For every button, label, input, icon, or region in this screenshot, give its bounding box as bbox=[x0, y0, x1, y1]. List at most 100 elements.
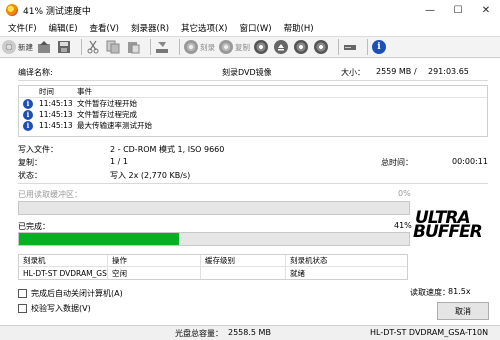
event-log-table[interactable]: 时间 事件 i 11:45:13 文件暂存过程开始 i 11:45:13 文件暂… bbox=[18, 85, 488, 137]
divider bbox=[18, 183, 488, 184]
save-button[interactable] bbox=[57, 38, 73, 56]
erase-button[interactable] bbox=[254, 38, 270, 56]
menu-help[interactable]: 帮助(H) bbox=[284, 22, 314, 34]
about-button[interactable]: i bbox=[372, 38, 388, 56]
shutdown-checkbox[interactable]: 完成后自动关闭计算机(A) bbox=[18, 288, 123, 299]
col-buffer-level: 缓存级别 bbox=[205, 256, 235, 265]
shutdown-checkbox-label: 完成后自动关闭计算机(A) bbox=[31, 289, 123, 298]
open-button[interactable] bbox=[37, 38, 53, 56]
copy-disc-button[interactable]: 复制 bbox=[219, 38, 250, 56]
paste-icon bbox=[126, 40, 140, 54]
status-bar: 光盘总容量： 2558.5 MB HL-DT-ST DVDRAM_GSA-T10… bbox=[0, 325, 500, 340]
verify-checkbox[interactable]: 校验写入数据(V) bbox=[18, 303, 91, 314]
copy-doc-button[interactable] bbox=[106, 38, 122, 56]
menu-extras[interactable]: 其它选项(X) bbox=[181, 22, 227, 34]
drive-icon bbox=[343, 40, 357, 54]
burn-image-button[interactable] bbox=[155, 38, 171, 56]
progress-bar bbox=[18, 232, 410, 246]
recorder-status: 就绪 bbox=[290, 268, 305, 278]
new-button[interactable]: 新建 bbox=[2, 38, 33, 56]
close-button[interactable]: ✕ bbox=[472, 0, 500, 20]
compile-name-label: 编译名称: bbox=[18, 68, 53, 77]
recorder-table[interactable]: 刻录机 操作 缓存级别 刻录机状态 HL-DT-ST DVDRAM_GS... … bbox=[18, 254, 408, 280]
maximize-button[interactable]: ☐ bbox=[444, 0, 472, 20]
log-header: 时间 事件 bbox=[19, 86, 487, 98]
window-title: 41% 测试速度中 bbox=[23, 6, 91, 17]
log-col-event: 事件 bbox=[77, 87, 92, 96]
col-recorder-status: 刻录机状态 bbox=[290, 256, 328, 265]
menu-window[interactable]: 窗口(W) bbox=[240, 22, 272, 34]
buffer-label: 已用读取缓冲区： bbox=[18, 190, 82, 199]
recorder-row[interactable]: HL-DT-ST DVDRAM_GS... 空闲 就绪 bbox=[19, 267, 407, 279]
write-file-label: 写入文件： bbox=[18, 145, 58, 154]
cut-button[interactable] bbox=[86, 38, 102, 56]
col-recorder: 刻录机 bbox=[23, 256, 46, 265]
copy-label: 复制 bbox=[235, 42, 250, 52]
burn-button[interactable]: 刻录 bbox=[184, 38, 215, 56]
new-label: 新建 bbox=[18, 42, 33, 52]
copy-icon bbox=[106, 40, 120, 54]
minimize-button[interactable]: — bbox=[416, 0, 444, 20]
new-disc-icon bbox=[2, 40, 16, 54]
disc-info-button[interactable] bbox=[294, 38, 310, 56]
burn-progress-panel: 编译名称: 刻录DVD镜像 大小： 2559 MB / 291:03.65 时间… bbox=[0, 58, 500, 340]
burn-label: 刻录 bbox=[200, 42, 215, 52]
erase-disc-icon bbox=[254, 40, 268, 54]
disc-total-label: 光盘总容量： bbox=[175, 329, 223, 338]
progress-label: 已完成： bbox=[18, 222, 50, 231]
toolbar-separator bbox=[81, 39, 82, 55]
open-icon bbox=[37, 40, 51, 54]
recorder-name: HL-DT-ST DVDRAM_GS... bbox=[23, 268, 107, 278]
disc-total-value: 2558.5 MB bbox=[228, 328, 271, 337]
drive-button[interactable] bbox=[343, 38, 359, 56]
disc-settings-icon bbox=[314, 40, 328, 54]
disc-info-icon bbox=[294, 40, 308, 54]
menu-recorder[interactable]: 刻录器(R) bbox=[131, 22, 169, 34]
toolbar-separator bbox=[150, 39, 151, 55]
recorder-table-header: 刻录机 操作 缓存级别 刻录机状态 bbox=[19, 255, 407, 267]
menu-file[interactable]: 文件(F) bbox=[8, 22, 37, 34]
eject-button[interactable] bbox=[274, 38, 290, 56]
size-separator: / bbox=[414, 67, 417, 76]
eject-icon bbox=[274, 40, 288, 54]
checkbox-box[interactable] bbox=[18, 304, 27, 313]
status-label: 状态： bbox=[18, 171, 42, 180]
cancel-button[interactable]: 取消 bbox=[437, 302, 489, 320]
toolbar-separator bbox=[179, 39, 180, 55]
col-action: 操作 bbox=[112, 256, 127, 265]
verify-checkbox-label: 校验写入数据(V) bbox=[31, 304, 91, 313]
read-speed-value: 81.5x bbox=[448, 287, 471, 296]
log-time: 11:45:13 bbox=[39, 121, 73, 130]
scissors-icon bbox=[86, 40, 100, 54]
divider bbox=[18, 80, 488, 81]
disc-settings-button[interactable] bbox=[314, 38, 330, 56]
drive-burn-icon bbox=[155, 40, 169, 54]
compile-name-value: 刻录DVD镜像 bbox=[222, 68, 272, 77]
info-icon: i bbox=[372, 40, 386, 54]
log-event: 文件暂存过程完成 bbox=[77, 110, 137, 119]
toolbar: 新建 刻录 复制 i bbox=[0, 36, 500, 58]
log-row: i 11:45:13 文件暂存过程完成 bbox=[19, 109, 487, 120]
buffer-percent: 0% bbox=[398, 189, 411, 198]
size-label: 大小： bbox=[341, 68, 365, 77]
title-bar: 41% 测试速度中 — ☐ ✕ bbox=[0, 0, 500, 20]
checkbox-box[interactable] bbox=[18, 289, 27, 298]
toolbar-separator bbox=[367, 39, 368, 55]
menu-view[interactable]: 查看(V) bbox=[90, 22, 119, 34]
log-time: 11:45:13 bbox=[39, 110, 73, 119]
status-value: 写入 2x (2,770 KB/s) bbox=[110, 171, 191, 180]
total-time-value: 00:00:11 bbox=[452, 157, 488, 166]
read-speed-label: 读取速度： bbox=[410, 288, 450, 297]
log-col-time: 时间 bbox=[39, 87, 54, 96]
logo-line-2: BUFFER bbox=[413, 222, 483, 242]
drive-name: HL-DT-ST DVDRAM_GSA-T10N bbox=[370, 328, 489, 337]
menu-edit[interactable]: 编辑(E) bbox=[49, 22, 78, 34]
log-event: 最大传输速率测试开始 bbox=[77, 121, 152, 130]
window-controls: — ☐ ✕ bbox=[416, 0, 500, 20]
menu-bar: 文件(F) 编辑(E) 查看(V) 刻录器(R) 其它选项(X) 窗口(W) 帮… bbox=[0, 20, 500, 36]
copies-label: 复制： bbox=[18, 158, 42, 167]
log-row: i 11:45:13 文件暂存过程开始 bbox=[19, 98, 487, 109]
progress-bar-fill bbox=[19, 233, 179, 245]
write-file-value: 2 - CD-ROM 模式 1, ISO 9660 bbox=[110, 145, 225, 154]
paste-button[interactable] bbox=[126, 38, 142, 56]
